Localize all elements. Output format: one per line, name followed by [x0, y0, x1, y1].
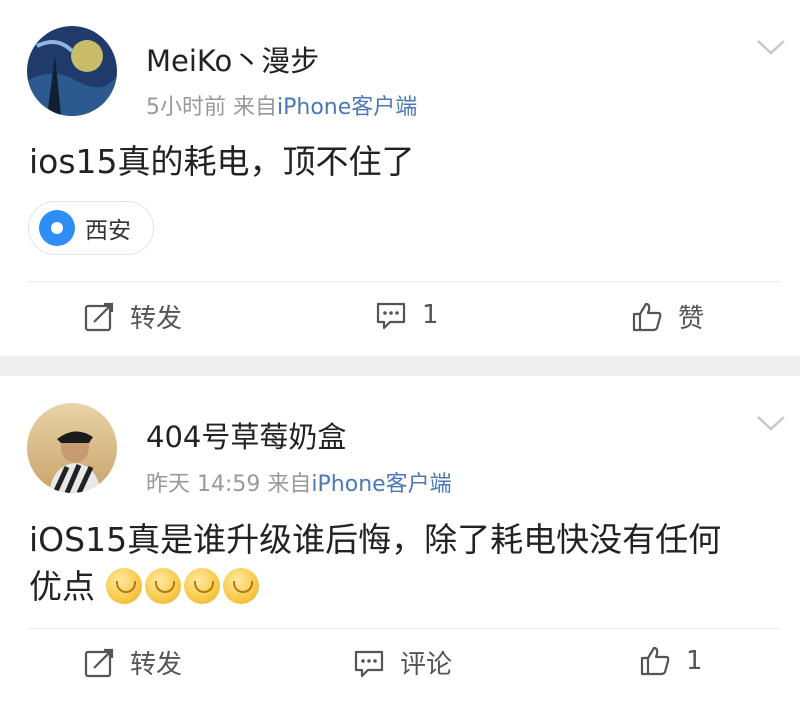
emoji-icon	[183, 568, 220, 604]
comment-count: 1	[422, 300, 439, 330]
post-time: 5小时前	[146, 95, 226, 120]
repost-button[interactable]: 转发	[82, 644, 182, 681]
post-content-line: iOS15真是谁升级谁后悔，除了耗电快没有任何	[29, 520, 722, 559]
repost-label: 转发	[130, 304, 183, 334]
like-button[interactable]: 赞	[630, 298, 704, 335]
post-content: ios15真的耗电，顶不住了	[29, 142, 415, 181]
emoji-icon	[144, 568, 181, 604]
repost-button[interactable]: 转发	[82, 298, 182, 335]
post-meta: 昨天 14:59 来自iPhone客户端	[146, 466, 452, 498]
post-source[interactable]: iPhone客户端	[311, 472, 451, 497]
like-button[interactable]: 1	[638, 644, 703, 678]
comment-button[interactable]: 1	[374, 298, 439, 332]
emoji-icon	[105, 568, 142, 604]
chevron-down-icon[interactable]	[756, 38, 786, 56]
emoji-icon	[222, 568, 259, 604]
divider	[28, 628, 780, 629]
comment-button[interactable]: 评论	[352, 644, 452, 681]
repost-icon	[84, 302, 114, 331]
comment-label: 评论	[400, 650, 453, 680]
post-time: 昨天 14:59	[146, 472, 261, 497]
from-label: 来自	[267, 472, 312, 497]
username[interactable]: 404号草莓奶盒	[146, 414, 346, 456]
weibo-post-2[interactable]: 404号草莓奶盒 昨天 14:59 来自iPhone客户端 iOS15真是谁升级…	[0, 376, 800, 701]
post-content: iOS15真是谁升级谁后悔，除了耗电快没有任何 优点	[29, 516, 779, 610]
post-separator	[0, 356, 800, 376]
like-count: 1	[686, 646, 703, 676]
avatar[interactable]	[27, 26, 117, 116]
post-meta: 5小时前 来自iPhone客户端	[146, 89, 417, 121]
comment-icon	[354, 650, 384, 677]
comment-icon	[376, 302, 406, 330]
username[interactable]: MeiKo丶漫步	[146, 38, 319, 80]
location-pin-icon	[39, 210, 75, 246]
repost-label: 转发	[130, 650, 183, 680]
post-content-text: 优点	[29, 567, 95, 606]
post-source[interactable]: iPhone客户端	[277, 95, 417, 120]
weibo-post-1[interactable]: MeiKo丶漫步 5小时前 来自iPhone客户端 ios15真的耗电，顶不住了…	[0, 0, 800, 356]
post-content-line-2: 优点	[29, 563, 779, 610]
divider	[28, 281, 780, 282]
from-label: 来自	[233, 95, 278, 120]
like-label: 赞	[678, 304, 705, 334]
thumbs-up-icon	[640, 646, 670, 676]
avatar[interactable]	[27, 403, 117, 493]
location-tag[interactable]: 西安	[28, 201, 154, 255]
thumbs-up-icon	[632, 302, 662, 331]
chevron-down-icon[interactable]	[756, 414, 786, 432]
location-label: 西安	[85, 218, 131, 244]
repost-icon	[84, 648, 114, 677]
